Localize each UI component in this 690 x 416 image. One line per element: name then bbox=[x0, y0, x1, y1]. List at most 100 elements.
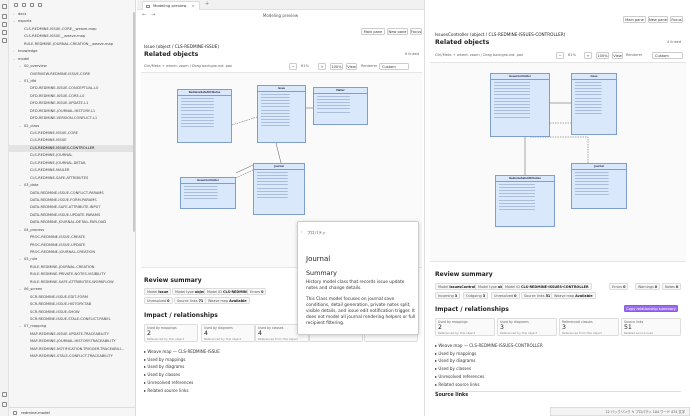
settings-icon[interactable] bbox=[2, 402, 7, 407]
renderer-select[interactable]: Custom bbox=[652, 52, 683, 59]
tree-item[interactable]: ⌄ 02_class bbox=[9, 123, 135, 130]
tree-item[interactable]: DFD-REDMINE-ISSUE-CONCEPTUAL-L0 bbox=[9, 85, 135, 92]
renderer-select[interactable]: Custom bbox=[379, 63, 409, 70]
tree-item[interactable]: ⌄ 05_rule bbox=[9, 256, 135, 263]
close-tab-icon[interactable]: × bbox=[192, 3, 195, 8]
expandable-section[interactable]: ▸ Weave map — CLS-REDMINE-ISSUE bbox=[144, 349, 220, 354]
impact-card[interactable]: Referenced classes 3 References from this … bbox=[559, 318, 619, 336]
focus-button[interactable]: Focus bbox=[410, 28, 422, 35]
tree-item[interactable]: RULE-REDMINE-SAFE-ATTRIBUTES-WORKFLOW bbox=[9, 279, 135, 286]
bookmark-icon[interactable] bbox=[2, 30, 7, 35]
class-box[interactable]: Mailer bbox=[313, 87, 368, 125]
zoom-in-button[interactable]: + bbox=[584, 52, 592, 59]
tree-item[interactable]: RULE-REDMINE-JOURNAL-CREATION bbox=[9, 264, 135, 271]
tree-item[interactable]: SCR-REDMINE-ISSUE-HISTORY-TAB bbox=[9, 301, 135, 308]
tree-item[interactable]: PROC-REDMINE-JOURNAL-CREATION bbox=[9, 249, 135, 256]
sidebar-toggle-icon[interactable] bbox=[2, 4, 7, 9]
tree-item[interactable]: ⌄ 03_data bbox=[9, 182, 135, 189]
view-button[interactable]: View bbox=[612, 52, 623, 59]
main-pane-button[interactable]: Main pane bbox=[623, 16, 646, 23]
tree-item[interactable]: › knowledge bbox=[9, 48, 135, 55]
expandable-section[interactable]: ▸ Used by classes bbox=[435, 366, 471, 371]
tree-item[interactable]: ⌄ 00_overview bbox=[9, 63, 135, 70]
impact-card[interactable]: Source links 51 Related source links bbox=[621, 318, 681, 336]
tree-item[interactable]: CLS-REDMINE-ISSUES-CONTROLLER bbox=[9, 144, 135, 153]
expandable-section[interactable]: ▸ Used by mappings bbox=[144, 357, 185, 362]
new-folder-icon[interactable] bbox=[22, 3, 26, 7]
focus-button[interactable]: Focus bbox=[670, 16, 683, 23]
view-button[interactable]: View bbox=[346, 63, 357, 70]
tree-item[interactable]: DATA-REDMINE-SAFE-ATTRIBUTE-INPUT bbox=[9, 204, 135, 211]
tree-item[interactable]: OVERVIEW-REDMINE-ISSUE-CORE bbox=[9, 71, 135, 78]
impact-card[interactable]: Used by diagrams 4 Referenced by this obje… bbox=[201, 324, 255, 342]
class-box[interactable]: RedmineSafeAttributes bbox=[177, 89, 232, 143]
tree-item[interactable]: SCR-REDMINE-ISSUE-SHOW bbox=[9, 309, 135, 316]
files-icon[interactable] bbox=[2, 14, 7, 19]
new-pane-button[interactable]: New pane bbox=[648, 16, 668, 23]
expandable-section[interactable]: ▸ Unresolved references bbox=[435, 374, 484, 379]
class-box[interactable]: Journal bbox=[253, 163, 305, 215]
tree-item[interactable]: CLS-REDMINE-JOURNAL bbox=[9, 152, 135, 159]
impact-card[interactable]: Used by mappings 2 Referenced by this obje… bbox=[435, 318, 495, 336]
tree-item[interactable]: MAP-REDMINE-NOTIFICATION-TRIGGER-TRACEAB… bbox=[9, 346, 135, 353]
tree-item[interactable]: PROC-REDMINE-ISSUE-UPDATE bbox=[9, 242, 135, 249]
zoom-out-button[interactable]: − bbox=[556, 52, 564, 59]
zoom-in-button[interactable]: + bbox=[318, 63, 326, 70]
zoom-reset-button[interactable]: 100% bbox=[596, 52, 609, 59]
copy-relationship-summary-button[interactable]: Copy relationship summary bbox=[624, 305, 678, 312]
tree-item[interactable]: ⌄ model bbox=[9, 56, 135, 63]
tree-item[interactable]: SCR-REDMINE-ISSUE-EDIT-FORM bbox=[9, 294, 135, 301]
tree-item[interactable]: ⌄ 06_screen bbox=[9, 286, 135, 293]
tree-item[interactable]: CLS-REDMINE-ISSUE-CORE bbox=[9, 130, 135, 137]
new-note-icon[interactable] bbox=[14, 3, 18, 7]
impact-card[interactable]: Used by mappings 2 Referenced by this obje… bbox=[144, 324, 198, 342]
impact-card[interactable]: Used by diagrams 3 Referenced by this obje… bbox=[497, 318, 557, 336]
class-box[interactable]: Journal bbox=[571, 163, 627, 209]
class-box[interactable]: Issue bbox=[257, 85, 306, 143]
tree-item[interactable]: DFD-REDMINE-VERSION-CONFLICT-L1 bbox=[9, 115, 135, 122]
tree-item[interactable]: ⌄ 04_process bbox=[9, 227, 135, 234]
class-box[interactable]: IssuesController bbox=[490, 73, 550, 137]
help-icon[interactable] bbox=[2, 392, 7, 397]
tree-item[interactable]: PROC-REDMINE-ISSUE-CREATE bbox=[9, 234, 135, 241]
expandable-section[interactable]: ▸ Related source links bbox=[435, 382, 479, 387]
tree-item[interactable]: RULE-REDMINE-JOURNAL-CREATION__weave-map bbox=[9, 41, 135, 48]
tree-item[interactable]: DFD-REDMINE-ISSUE-UPDATE-L1 bbox=[9, 100, 135, 107]
tree-item[interactable]: ⌄ exports bbox=[9, 18, 135, 25]
tree-item[interactable]: RULE-REDMINE-PRIVATE-NOTES-VISIBILITY bbox=[9, 271, 135, 278]
expandable-section[interactable]: ▸ Unresolved references bbox=[144, 380, 193, 385]
tree-item[interactable]: CLS-REDMINE-ISSUE__weave-map bbox=[9, 33, 135, 40]
expandable-section[interactable]: ▸ Used by classes bbox=[144, 372, 180, 377]
chevron-right-icon[interactable]: › bbox=[301, 230, 302, 234]
tree-item[interactable]: CLS-REDMINE-MAILER bbox=[9, 167, 135, 174]
main-pane-button[interactable]: Main pane bbox=[361, 28, 385, 35]
tree-item[interactable]: CLS-REDMINE-ISSUE bbox=[9, 137, 135, 144]
tree-item[interactable]: CLS-REDMINE-JOURNAL-DETAIL bbox=[9, 160, 135, 167]
zoom-out-button[interactable]: − bbox=[289, 63, 297, 70]
tree-item[interactable]: MAP-REDMINE-STALE-CONFLICT-TRACEABILITY bbox=[9, 353, 135, 360]
vault-switcher[interactable]: redmine-model bbox=[9, 407, 135, 416]
tree-item[interactable]: DATA-REDMINE-JOURNAL-DETAIL-PAYLOAD bbox=[9, 219, 135, 226]
collapse-icon[interactable] bbox=[38, 3, 42, 7]
properties-toggle[interactable]: プロパティ bbox=[307, 230, 326, 236]
class-box[interactable]: Issue bbox=[571, 73, 617, 135]
tree-item[interactable]: DFD-REDMINE-JOURNAL-HISTORY-L1 bbox=[9, 108, 135, 115]
sidebar-scrollbar[interactable] bbox=[133, 12, 135, 232]
graph-icon[interactable] bbox=[2, 38, 7, 43]
tree-item[interactable]: DATA-REDMINE-ISSUE-UPDATE-PARAMS bbox=[9, 212, 135, 219]
sort-icon[interactable] bbox=[30, 3, 34, 7]
expandable-section[interactable]: ▸ Used by diagrams bbox=[144, 364, 184, 369]
class-box[interactable]: RedmineSafeAttributes bbox=[495, 175, 555, 227]
class-diagram[interactable]: IssuesController Issue RedmineSafeAttrib… bbox=[430, 62, 686, 262]
tree-item[interactable]: MAP-REDMINE-JOURNAL-HISTORY-TRACEABILITY bbox=[9, 338, 135, 345]
tree-item[interactable]: SCR-REDMINE-ISSUE-STALE-CONFLICT-PANEL bbox=[9, 316, 135, 323]
tab-modeling-preview[interactable]: Modeling preview × bbox=[142, 1, 200, 10]
tree-item[interactable]: DFD-REDMINE-ISSUE-CORE-L0 bbox=[9, 93, 135, 100]
tree-item[interactable]: DATA-REDMINE-ISSUE-FORM-PARAMS bbox=[9, 197, 135, 204]
tree-item[interactable]: › docs bbox=[9, 11, 135, 18]
tree-item[interactable]: DATA-REDMINE-ISSUE-CONFLICT-PARAMS bbox=[9, 190, 135, 197]
expandable-section[interactable]: ▸ Used by mappings bbox=[435, 351, 476, 356]
tree-item[interactable]: CLS-REDMINE-ISSUE-CORE__weave-map bbox=[9, 26, 135, 33]
search-icon[interactable] bbox=[2, 22, 7, 27]
tree-item[interactable]: ⌄ 01_dfd bbox=[9, 78, 135, 85]
